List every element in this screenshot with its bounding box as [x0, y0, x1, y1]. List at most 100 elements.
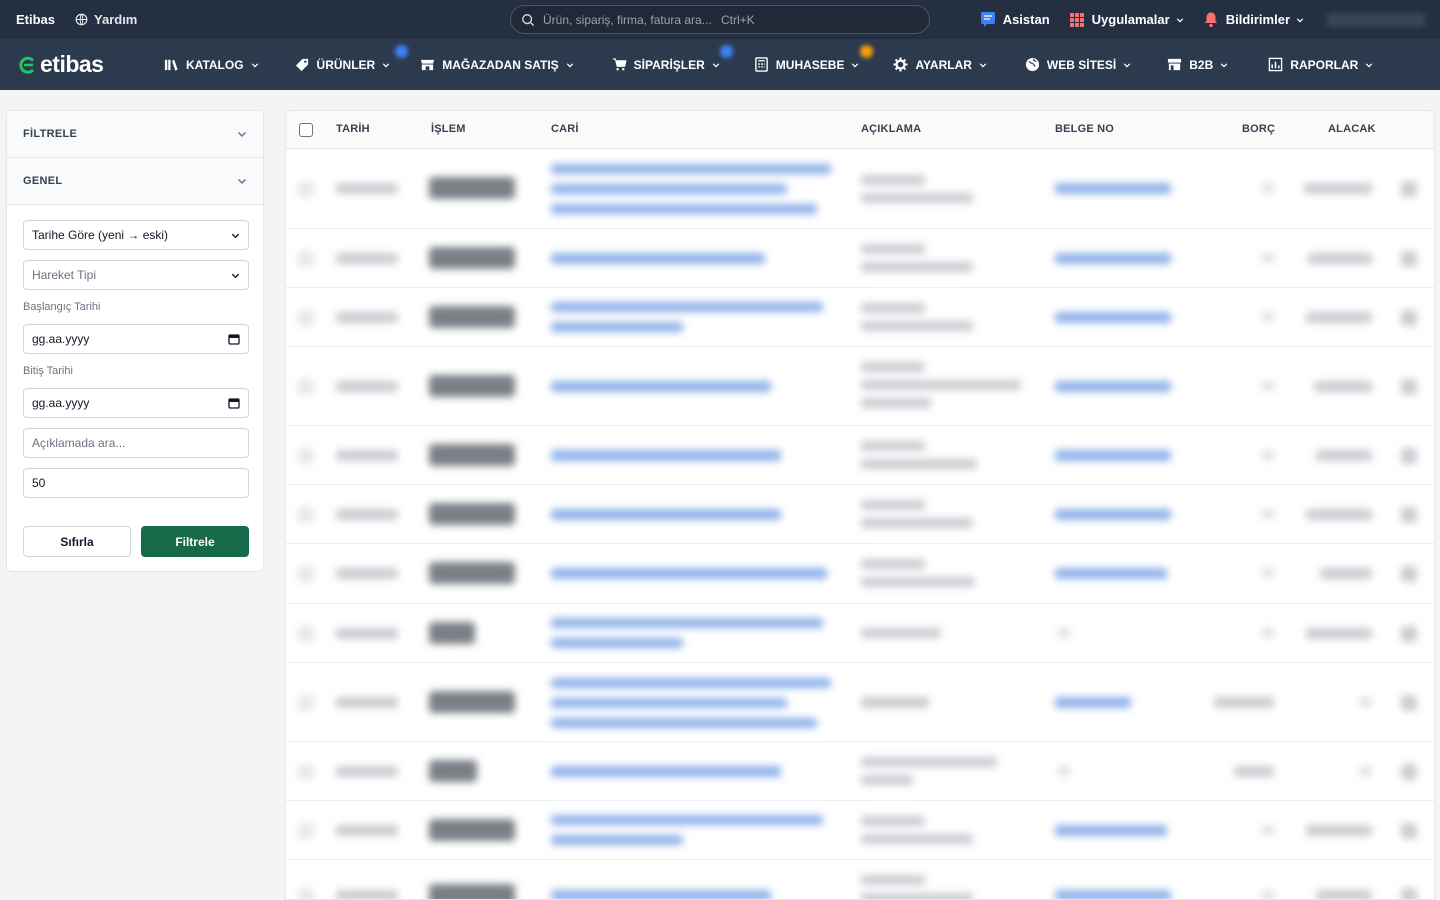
row-checkbox[interactable] [298, 181, 314, 197]
notifications-menu[interactable]: Bildirimler [1202, 11, 1304, 29]
nav-b2b[interactable]: B2B [1167, 39, 1228, 90]
row-account-link[interactable] [551, 698, 787, 708]
row-checkbox[interactable] [298, 626, 314, 642]
row-account-link[interactable] [551, 568, 827, 579]
limit-field[interactable]: 50 [23, 468, 249, 498]
row-account-link[interactable] [551, 638, 683, 648]
apply-filter-button[interactable]: Filtrele [141, 526, 249, 557]
sort-select[interactable]: Tarihe Göre (yeni → eski) [23, 220, 249, 250]
row-document-link[interactable] [1055, 825, 1167, 836]
row-account-link[interactable] [551, 184, 787, 194]
row-document-link[interactable] [1055, 890, 1171, 899]
row-checkbox[interactable] [298, 566, 314, 582]
reset-button[interactable]: Sıfırla [23, 526, 131, 557]
filter-panel-header[interactable]: FİLTRELE [7, 111, 263, 158]
row-action-icon[interactable] [1401, 626, 1417, 642]
table-row[interactable] [286, 604, 1434, 663]
table-row[interactable] [286, 149, 1434, 229]
row-action-icon[interactable] [1401, 251, 1417, 267]
row-account-link[interactable] [551, 302, 823, 312]
row-account-link[interactable] [551, 204, 817, 214]
table-row[interactable] [286, 229, 1434, 288]
apps-menu[interactable]: Uygulamalar [1068, 11, 1184, 29]
table-row[interactable] [286, 801, 1434, 860]
table-row[interactable] [286, 426, 1434, 485]
row-document-link[interactable] [1055, 381, 1171, 392]
help-link[interactable]: Yardım [75, 12, 137, 27]
row-account-link[interactable] [551, 164, 831, 174]
row-action-icon[interactable] [1401, 823, 1417, 839]
row-action-icon[interactable] [1401, 764, 1417, 780]
search-input[interactable] [543, 12, 713, 27]
movement-type-select[interactable]: Hareket Tipi [23, 260, 249, 290]
description-search-input[interactable] [32, 436, 240, 450]
nav-muhasebe[interactable]: MUHASEBE [754, 39, 873, 90]
table-row[interactable] [286, 860, 1434, 899]
end-date-field[interactable]: gg.aa.yyyy [23, 388, 249, 418]
row-checkbox[interactable] [298, 507, 314, 523]
table-row[interactable] [286, 544, 1434, 604]
row-account-link[interactable] [551, 322, 683, 332]
start-date-field[interactable]: gg.aa.yyyy [23, 324, 249, 354]
table-row[interactable] [286, 347, 1434, 426]
row-account-link[interactable] [551, 381, 771, 392]
select-all-checkbox[interactable] [299, 123, 313, 137]
table-row[interactable] [286, 485, 1434, 544]
brand-name[interactable]: Etibas [16, 12, 55, 27]
description-search-field[interactable] [23, 428, 249, 458]
row-checkbox[interactable] [298, 448, 314, 464]
table-row[interactable] [286, 742, 1434, 801]
row-account-link[interactable] [551, 253, 765, 264]
row-checkbox[interactable] [298, 251, 314, 267]
nav-magazadan-satis[interactable]: MAĞAZADAN SATIŞ [420, 39, 573, 90]
row-account-link[interactable] [551, 890, 771, 899]
column-header-date[interactable]: TARİH [336, 123, 370, 135]
assistant-button[interactable]: Asistan [979, 11, 1050, 29]
row-document-link[interactable] [1055, 253, 1171, 264]
row-account-link[interactable] [551, 815, 823, 825]
column-header-account[interactable]: CARİ [551, 123, 579, 135]
row-action-icon[interactable] [1401, 566, 1417, 582]
row-document-link[interactable] [1055, 697, 1131, 708]
row-action-icon[interactable] [1401, 310, 1417, 326]
row-action-icon[interactable] [1401, 181, 1417, 197]
row-action-icon[interactable] [1401, 379, 1417, 395]
general-section-header[interactable]: GENEL [7, 158, 263, 205]
nav-raporlar[interactable]: RAPORLAR [1268, 39, 1373, 90]
table-row[interactable] [286, 288, 1434, 347]
nav-katalog[interactable]: KATALOG [164, 39, 259, 90]
row-action-icon[interactable] [1401, 448, 1417, 464]
logo[interactable]: etibas [18, 51, 164, 78]
column-header-debit[interactable]: BORÇ [1242, 123, 1275, 135]
global-search[interactable]: Ctrl+K [510, 5, 930, 34]
row-account-link[interactable] [551, 678, 831, 688]
row-action-icon[interactable] [1401, 507, 1417, 523]
row-account-link[interactable] [551, 766, 781, 777]
row-document-link[interactable] [1055, 450, 1171, 461]
row-account-link[interactable] [551, 450, 781, 461]
row-account-link[interactable] [551, 835, 683, 845]
nav-web-sitesi[interactable]: WEB SİTESİ [1025, 39, 1131, 90]
nav-siparisler[interactable]: SİPARİŞLER [612, 39, 733, 90]
column-header-operation[interactable]: İŞLEM [431, 123, 466, 135]
row-account-link[interactable] [551, 509, 781, 520]
row-checkbox[interactable] [298, 695, 314, 711]
user-menu[interactable] [1326, 12, 1426, 27]
row-document-link[interactable] [1055, 183, 1171, 194]
row-checkbox[interactable] [298, 823, 314, 839]
row-document-link[interactable] [1055, 509, 1171, 520]
row-action-icon[interactable] [1401, 695, 1417, 711]
nav-ayarlar[interactable]: AYARLAR [893, 39, 987, 90]
column-header-description[interactable]: AÇIKLAMA [861, 123, 921, 135]
row-checkbox[interactable] [298, 379, 314, 395]
table-row[interactable] [286, 663, 1434, 742]
column-header-credit[interactable]: ALACAK [1328, 123, 1376, 135]
row-account-link[interactable] [551, 618, 823, 628]
nav-urunler[interactable]: ÜRÜNLER [295, 39, 408, 90]
row-account-link[interactable] [551, 718, 817, 728]
row-document-link[interactable] [1055, 312, 1171, 323]
row-checkbox[interactable] [298, 764, 314, 780]
row-checkbox[interactable] [298, 310, 314, 326]
row-document-link[interactable] [1055, 568, 1167, 579]
row-action-icon[interactable] [1401, 888, 1417, 899]
